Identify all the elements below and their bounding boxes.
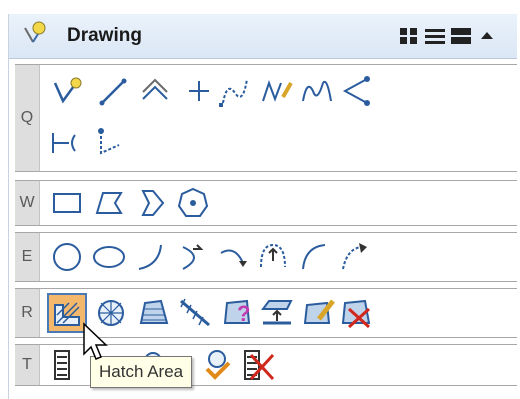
row-key-e: E [15, 233, 40, 281]
place-smartline-tool[interactable] [49, 73, 85, 109]
place-circle-tool[interactable] [49, 239, 85, 275]
place-shape-tool[interactable] [91, 185, 127, 221]
linear-pattern-tool[interactable] [177, 295, 213, 331]
modify-pattern-tool[interactable] [301, 295, 337, 331]
place-stream-tool[interactable] [217, 73, 253, 109]
place-orthogonal-shape-tool[interactable] [133, 185, 169, 221]
show-pattern-attributes-tool[interactable]: ? [219, 295, 255, 331]
tool-row-w: W [15, 180, 517, 226]
mouse-cursor-icon [83, 322, 108, 360]
delete-pattern-tool[interactable] [339, 295, 375, 331]
place-angle-tool[interactable] [89, 125, 125, 161]
place-quarter-ellipse-tool[interactable] [295, 239, 331, 275]
row-key-q: Q [15, 65, 40, 171]
large-view-icon[interactable] [449, 24, 473, 48]
place-arc-tool[interactable] [133, 239, 169, 275]
place-point-tool[interactable] [181, 73, 217, 109]
list-view-icon[interactable] [423, 24, 447, 48]
row-key-t: T [15, 345, 40, 385]
spell-check-tool[interactable] [199, 347, 235, 383]
match-pattern-attributes-tool[interactable] [259, 295, 295, 331]
panel-title: Drawing [67, 25, 142, 46]
place-block-tool[interactable] [49, 185, 85, 221]
grid-view-icon[interactable] [397, 24, 421, 48]
collapse-icon[interactable] [475, 24, 499, 48]
place-ellipse-tool[interactable] [91, 239, 127, 275]
panel-header: Drawing [9, 14, 517, 59]
svg-text:?: ? [237, 301, 250, 326]
tool-row-q: Q [15, 64, 517, 172]
tool-row-e: E [15, 232, 517, 282]
row-key-r: R [15, 289, 40, 337]
pattern-area-tool[interactable] [135, 295, 171, 331]
place-dimension-tool[interactable] [49, 125, 85, 161]
place-line-tool[interactable] [95, 73, 131, 109]
place-half-ellipse-tool[interactable] [255, 239, 291, 275]
place-text-tool[interactable] [49, 347, 85, 383]
place-bspline-tool[interactable] [299, 73, 335, 109]
modify-arc-axis-tool[interactable] [335, 239, 371, 275]
row-key-w: W [15, 181, 40, 225]
place-freehand-tool[interactable] [259, 73, 295, 109]
place-regular-polygon-tool[interactable] [175, 185, 211, 221]
place-arc-chain-tool[interactable] [337, 73, 373, 109]
modify-arc-angle-tool[interactable] [215, 239, 251, 275]
hatch-area-tool[interactable] [47, 293, 87, 333]
place-multiline-tool[interactable] [137, 73, 173, 109]
pin-icon[interactable] [19, 20, 51, 52]
delete-text-tool[interactable] [239, 347, 275, 383]
modify-arc-radius-tool[interactable] [175, 239, 211, 275]
